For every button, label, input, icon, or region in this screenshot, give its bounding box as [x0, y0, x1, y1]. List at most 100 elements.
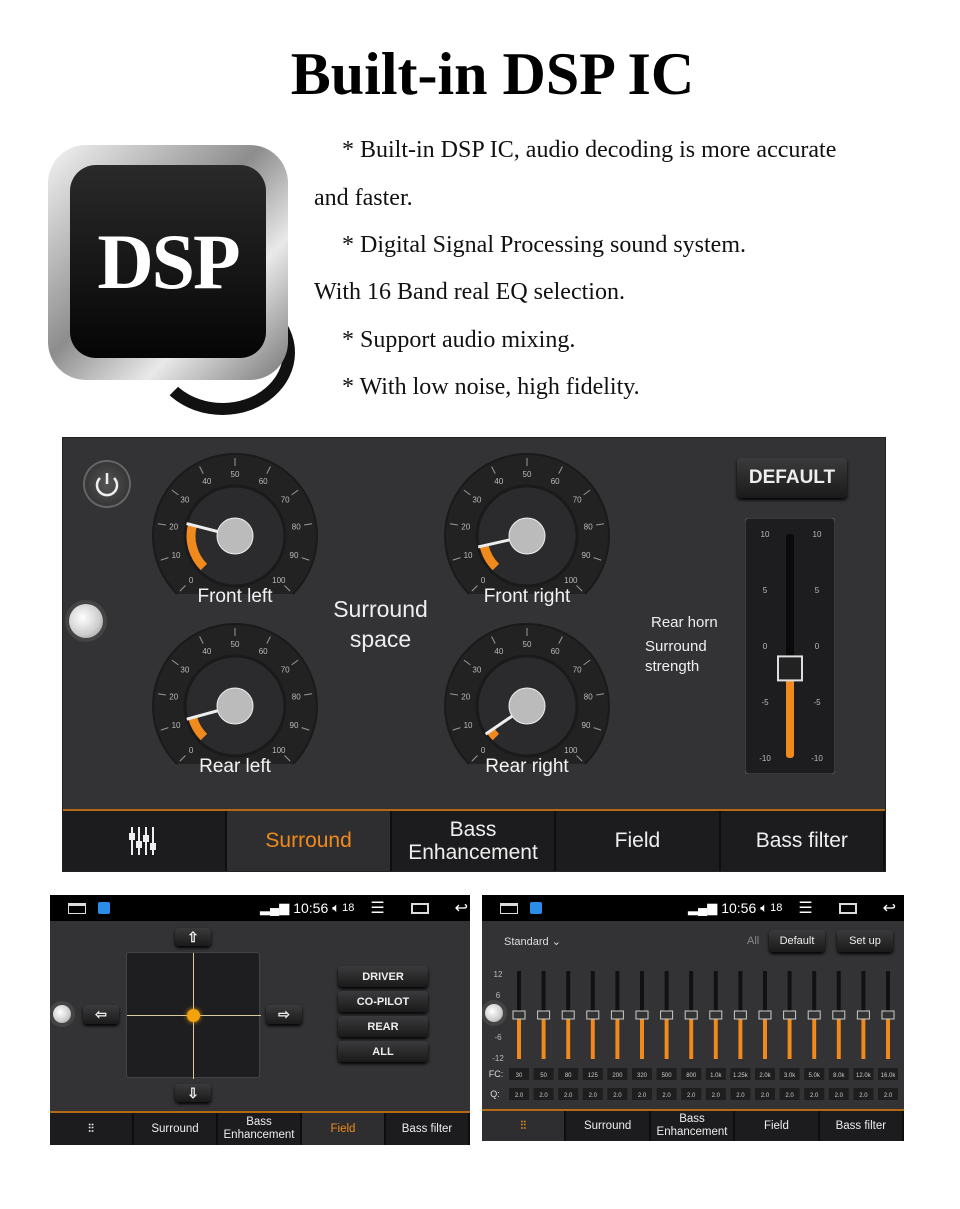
gauge-tick-label: 10: [464, 551, 473, 560]
eq-thumb[interactable]: [856, 1010, 870, 1020]
gauge-tick-label: 60: [259, 647, 268, 656]
eq-band[interactable]: 320 2.0: [632, 971, 652, 1100]
gauge-tick-label: 70: [573, 666, 582, 675]
menu-icon[interactable]: ☰: [370, 898, 384, 918]
tab-bass-filter[interactable]: Bass filter: [386, 1113, 470, 1145]
car-seat-map[interactable]: [126, 952, 261, 1079]
sound-position-marker[interactable]: [187, 1009, 200, 1022]
tab-equalizer[interactable]: [63, 811, 228, 871]
eq-band[interactable]: 16.0k 2.0: [878, 971, 898, 1100]
recent-apps-icon[interactable]: [838, 902, 857, 914]
chevron-down-icon: ⌄: [551, 936, 561, 948]
gauge-tick-label: 60: [551, 477, 560, 486]
gauge-front-right[interactable]: 0 10 20 30 40 50 60 70 80 90 100Front right: [444, 453, 610, 607]
gauge-knob: [508, 687, 546, 725]
gauge-tick-label: 50: [523, 470, 532, 479]
side-handle[interactable]: [53, 1005, 71, 1023]
all-toggle[interactable]: All: [747, 935, 759, 947]
preset-dropdown[interactable]: Standard ⌄: [504, 935, 561, 948]
eq-band[interactable]: 125 2.0: [582, 971, 603, 1100]
eq-thumb[interactable]: [512, 1010, 526, 1020]
eq-band[interactable]: 12.0k 2.0: [853, 971, 874, 1100]
eq-thumb[interactable]: [832, 1010, 846, 1020]
eq-band[interactable]: 302.0: [509, 971, 529, 1100]
gauge-front-left[interactable]: 0 10 20 30 40 50 60 70 80 90 100Front left: [152, 453, 318, 607]
app-icon: [98, 902, 110, 914]
eq-band[interactable]: 8.0k 2.0: [828, 971, 849, 1100]
default-button[interactable]: Default: [769, 930, 825, 952]
tab-equalizer[interactable]: ⫶⫶: [50, 1113, 134, 1145]
tab-surround[interactable]: Surround: [566, 1111, 651, 1141]
tab-bass-enhancement[interactable]: Bass Enhancement: [392, 811, 557, 871]
all-button[interactable]: ALL: [338, 1041, 428, 1062]
slider-fill: [786, 668, 794, 758]
eq-band[interactable]: 502.0: [533, 971, 554, 1100]
eq-band[interactable]: 1.0k 2.0: [705, 971, 726, 1100]
eq-thumb[interactable]: [783, 1010, 797, 1020]
eq-band[interactable]: 5.0k 2.0: [804, 971, 825, 1100]
eq-thumb[interactable]: [758, 1010, 772, 1020]
eq-thumb[interactable]: [684, 1010, 698, 1020]
eq-band[interactable]: 200 2.0: [607, 971, 628, 1100]
tab-bass-filter[interactable]: Bass filter: [721, 811, 886, 871]
up-arrow-button[interactable]: ⇧: [175, 928, 211, 946]
eq-band[interactable]: 802.0: [558, 971, 579, 1100]
eq-band[interactable]: 2.0k 2.0: [755, 971, 775, 1100]
eq-band[interactable]: 500 2.0: [656, 971, 677, 1100]
fc-value: 320: [637, 1073, 648, 1079]
tab-bass-filter[interactable]: Bass filter: [820, 1111, 904, 1141]
left-arrow-button[interactable]: ⇦: [83, 1005, 119, 1024]
default-button[interactable]: DEFAULT: [737, 458, 847, 498]
fc-value: 5.0k: [809, 1073, 821, 1079]
rear-button[interactable]: REAR: [338, 1016, 428, 1037]
back-icon[interactable]: ↩: [455, 898, 468, 918]
menu-icon[interactable]: ☰: [798, 898, 812, 918]
eq-thumb[interactable]: [660, 1010, 674, 1020]
right-arrow-button[interactable]: ⇨: [266, 1005, 302, 1024]
eq-thumb[interactable]: [635, 1010, 649, 1020]
eq-thumb[interactable]: [610, 1010, 624, 1020]
back-icon[interactable]: ↩: [883, 898, 896, 918]
eq-band[interactable]: 3.0k 2.0: [779, 971, 800, 1100]
home-icon[interactable]: [500, 902, 518, 914]
tab-label: Bass: [679, 1113, 705, 1126]
eq-tick-label: -6: [494, 1033, 502, 1042]
side-handle[interactable]: [485, 1004, 503, 1022]
surround-panel: 0 10 20 30 40 50 60 70 80 90 100 Front left 0 10 20 30 4…: [62, 437, 886, 872]
fc-value: 30: [516, 1073, 523, 1079]
setup-button[interactable]: Set up: [837, 930, 893, 952]
recent-apps-icon[interactable]: [410, 902, 429, 914]
tab-field[interactable]: Field: [302, 1113, 386, 1145]
gauge-tick-label: 90: [290, 721, 299, 730]
tab-surround[interactable]: Surround: [227, 811, 392, 871]
eq-thumb[interactable]: [881, 1010, 895, 1020]
tab-field[interactable]: Field: [735, 1111, 820, 1141]
fc-value: 800: [686, 1073, 697, 1079]
eq-thumb[interactable]: [586, 1010, 600, 1020]
eq-thumb[interactable]: [561, 1010, 575, 1020]
eq-thumb[interactable]: [537, 1010, 551, 1020]
tab-bass-enhancement[interactable]: Bass Enhancement: [218, 1113, 302, 1145]
eq-thumb[interactable]: [733, 1010, 747, 1020]
gauge-tick-label: 90: [582, 721, 591, 730]
eq-thumb[interactable]: [807, 1010, 821, 1020]
driver-button[interactable]: DRIVER: [338, 966, 428, 987]
tab-equalizer[interactable]: ⫶⫶: [482, 1111, 567, 1141]
gauge-tick-label: 100: [564, 576, 578, 585]
eq-thumb[interactable]: [709, 1010, 723, 1020]
eq-band[interactable]: 800 2.0: [681, 971, 702, 1100]
eq-fill: [738, 1016, 743, 1059]
home-icon[interactable]: [68, 902, 86, 914]
gauge-rear-right[interactable]: 0 10 20 30 40 50 60 70 80 90 100Rear right: [444, 623, 610, 777]
gauge-tick-label: 30: [472, 496, 481, 505]
co-pilot-button[interactable]: CO-PILOT: [338, 991, 428, 1012]
tab-field[interactable]: Field: [556, 811, 721, 871]
slider-tick-label: 5: [763, 586, 768, 595]
tab-bass-enhancement[interactable]: Bass Enhancement: [651, 1111, 736, 1141]
down-arrow-button[interactable]: ⇩: [175, 1084, 211, 1102]
tab-surround[interactable]: Surround: [134, 1113, 218, 1145]
q-value: 2.0: [859, 1093, 868, 1099]
surround-strength-slider[interactable]: 10 10 5 5 0 0 -5 -5 -10 -10: [745, 518, 835, 774]
slider-thumb[interactable]: [777, 655, 803, 682]
eq-band[interactable]: 1.25k 2.0: [730, 971, 751, 1100]
